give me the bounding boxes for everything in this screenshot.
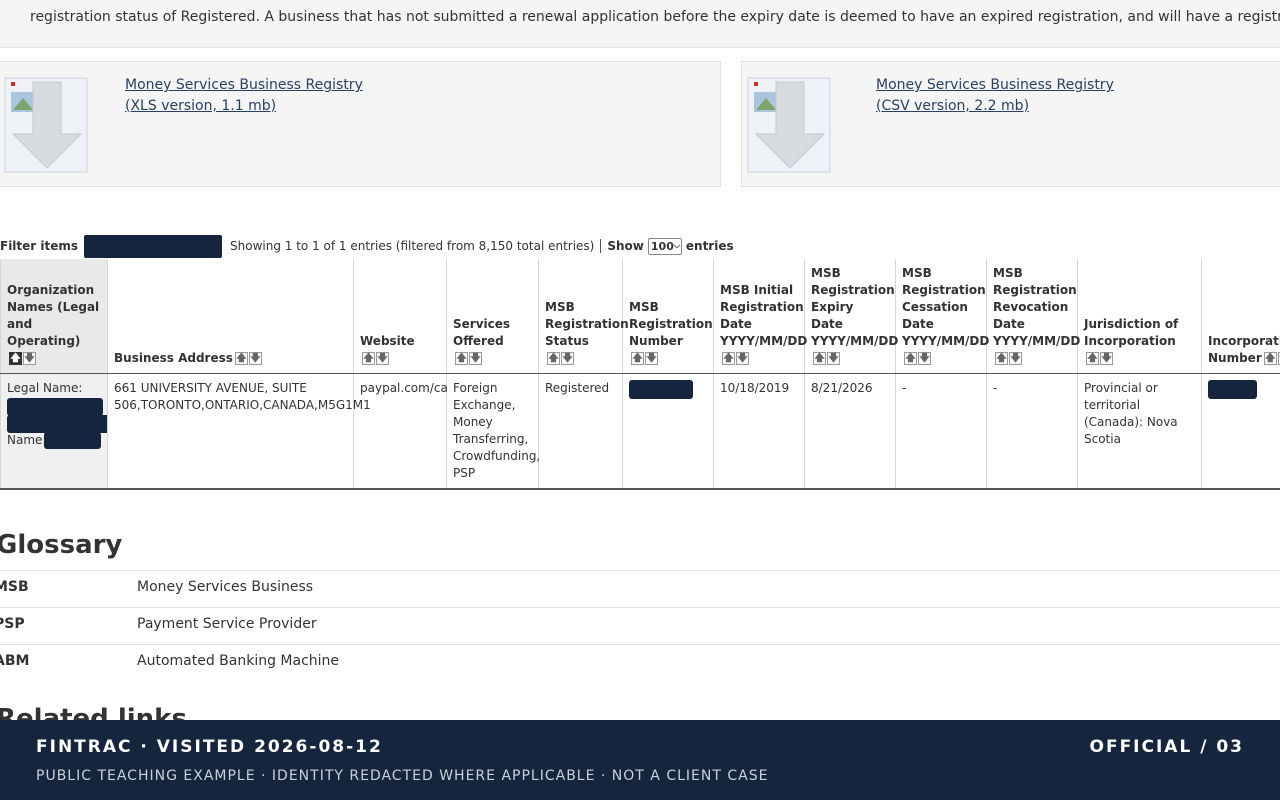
table-controls: Filter items Showing 1 to 1 of 1 entries… [0,234,734,258]
sort-asc-icon[interactable]: 🡅 [547,352,560,365]
sort-desc-icon[interactable]: 🡇 [469,352,482,365]
glossary-term: ABM [0,653,30,669]
legal-name-label: Legal Name: [7,381,83,395]
show-label: Show [607,239,644,253]
sort-asc-icon[interactable]: 🡅 [362,352,375,365]
col-jurisdiction[interactable]: Jurisdiction of Incorporation 🡅 🡇 [1077,259,1202,374]
cell-services-offered: Foreign Exchange, Money Transferring, Cr… [446,373,540,490]
col-expiry-date[interactable]: MSB Registration Expiry Date YYYY/MM/DD 🡅… [804,259,898,374]
sort-controls: 🡅 🡇 [9,352,36,365]
intro-text: registration status of Registered. A bus… [30,9,1280,25]
glossary-term: MSB [0,579,29,595]
filter-input-redacted[interactable] [84,234,223,258]
glossary-definition: Money Services Business [137,579,314,595]
cell-registration-number [622,373,714,490]
glossary-definition: Payment Service Provider [137,616,317,632]
sort-asc-icon[interactable]: 🡅 [722,352,735,365]
sort-asc-icon[interactable]: 🡅 [1086,352,1099,365]
xls-download-link[interactable]: Money Services Business Registry (XLS ve… [125,75,363,117]
footer-subtitle: PUBLIC TEACHING EXAMPLE · IDENTITY REDAC… [36,768,769,784]
col-registration-number[interactable]: MSB Registration Number 🡅 🡇 [622,259,714,374]
document-download-icon [4,77,88,173]
glossary-item: PSP Payment Service Provider [0,607,1280,644]
glossary-item: MSB Money Services Business [0,570,1280,607]
msb-registry-table: Organization Names (Legal and Operating)… [0,259,1280,490]
sort-asc-icon[interactable]: 🡅 [813,352,826,365]
col-services-offered[interactable]: Services Offered 🡅 🡇 [446,259,539,374]
col-organization-names[interactable]: Organization Names (Legal and Operating)… [0,259,108,374]
glossary-definition: Automated Banking Machine [137,653,340,669]
download-card-csv: Money Services Business Registry (CSV ve… [741,61,1280,187]
col-website[interactable]: Website 🡅 🡇 [353,259,447,374]
cell-initial-date: 10/18/2019 [713,373,805,490]
entries-label: entries [685,239,734,253]
redacted-legal-name [7,398,103,416]
sort-desc-icon[interactable]: 🡇 [918,352,931,365]
glossary-term: PSP [0,616,25,632]
cell-revocation-date: - [986,373,1078,490]
col-incorporation-number[interactable]: Incorporation Number🡅🡇 [1201,259,1280,374]
footer-classification: OFFICIAL / 03 [1089,737,1244,757]
sort-asc-icon[interactable]: 🡅 [1263,352,1277,365]
sort-desc-icon[interactable]: 🡇 [1100,352,1113,365]
sort-asc-icon[interactable]: 🡅 [904,352,917,365]
cell-organization-names: Legal Name: Name: [0,373,110,490]
sort-asc-icon[interactable]: 🡅 [995,352,1008,365]
chevron-down-icon: ⌵ [673,241,680,250]
cell-incorporation-number [1201,373,1280,490]
sort-desc-icon[interactable]: 🡇 [736,352,749,365]
footer-title: FINTRAC · VISITED 2026-08-12 [36,737,383,757]
sort-asc-icon[interactable]: 🡅 [234,352,248,365]
sort-asc-icon[interactable]: 🡅 [455,352,468,365]
download-card-xls: Money Services Business Registry (XLS ve… [0,61,721,187]
cell-expiry-date: 8/21/2026 [804,373,896,490]
cell-jurisdiction: Provincial or territorial (Canada): Nova… [1077,373,1202,490]
filter-label: Filter items [0,239,79,253]
sort-desc-icon[interactable]: 🡇 [23,352,36,365]
col-registration-status[interactable]: MSB Registration Status 🡅 🡇 [538,259,629,374]
redacted-registration-number [629,380,693,399]
header-row: Organization Names (Legal and Operating)… [0,259,1280,374]
table-row: Legal Name: Name: 661 UNIVERSITY AVENUE,… [0,373,1280,490]
operating-name-label: Name: [7,433,47,447]
redacted-legal-name-line2 [7,415,110,433]
col-cessation-date[interactable]: MSB Registration Cessation Date YYYY/MM/… [895,259,989,374]
sort-desc-icon[interactable]: 🡇 [1009,352,1022,365]
cell-website: paypal.com/ca [353,373,448,490]
sort-desc-icon[interactable]: 🡇 [376,352,389,365]
col-business-address[interactable]: Business Address 🡅 🡇 [107,259,354,374]
col-revocation-date[interactable]: MSB Registration Revocation Date YYYY/MM… [986,259,1080,374]
glossary-item: ABM Automated Banking Machine [0,644,1280,681]
sort-desc-icon[interactable]: 🡇 [645,352,658,365]
sort-asc-icon[interactable]: 🡅 [9,352,22,365]
cell-cessation-date: - [895,373,987,490]
document-download-icon [747,77,831,173]
page-size-select[interactable]: 100 ⌵ [647,237,682,255]
divider [600,239,602,253]
sort-asc-icon[interactable]: 🡅 [631,352,644,365]
cell-registration-status: Registered [538,373,623,490]
sort-desc-icon[interactable]: 🡇 [827,352,840,365]
sort-desc-icon[interactable]: 🡇 [248,352,262,365]
col-initial-date[interactable]: MSB Initial Registration Date YYYY/MM/DD… [713,259,807,374]
glossary-heading: Glossary [0,530,123,560]
cell-business-address: 661 UNIVERSITY AVENUE, SUITE 506,TORONTO… [107,373,371,490]
csv-download-link[interactable]: Money Services Business Registry (CSV ve… [876,75,1114,117]
sort-desc-icon[interactable]: 🡇 [561,352,574,365]
classification-footer: FINTRAC · VISITED 2026-08-12 OFFICIAL / … [0,720,1280,800]
redacted-incorporation-number [1208,380,1257,399]
redacted-operating-name [44,432,101,449]
entries-info: Showing 1 to 1 of 1 entries (filtered fr… [230,239,595,253]
intro-notice: registration status of Registered. A bus… [0,0,1280,48]
